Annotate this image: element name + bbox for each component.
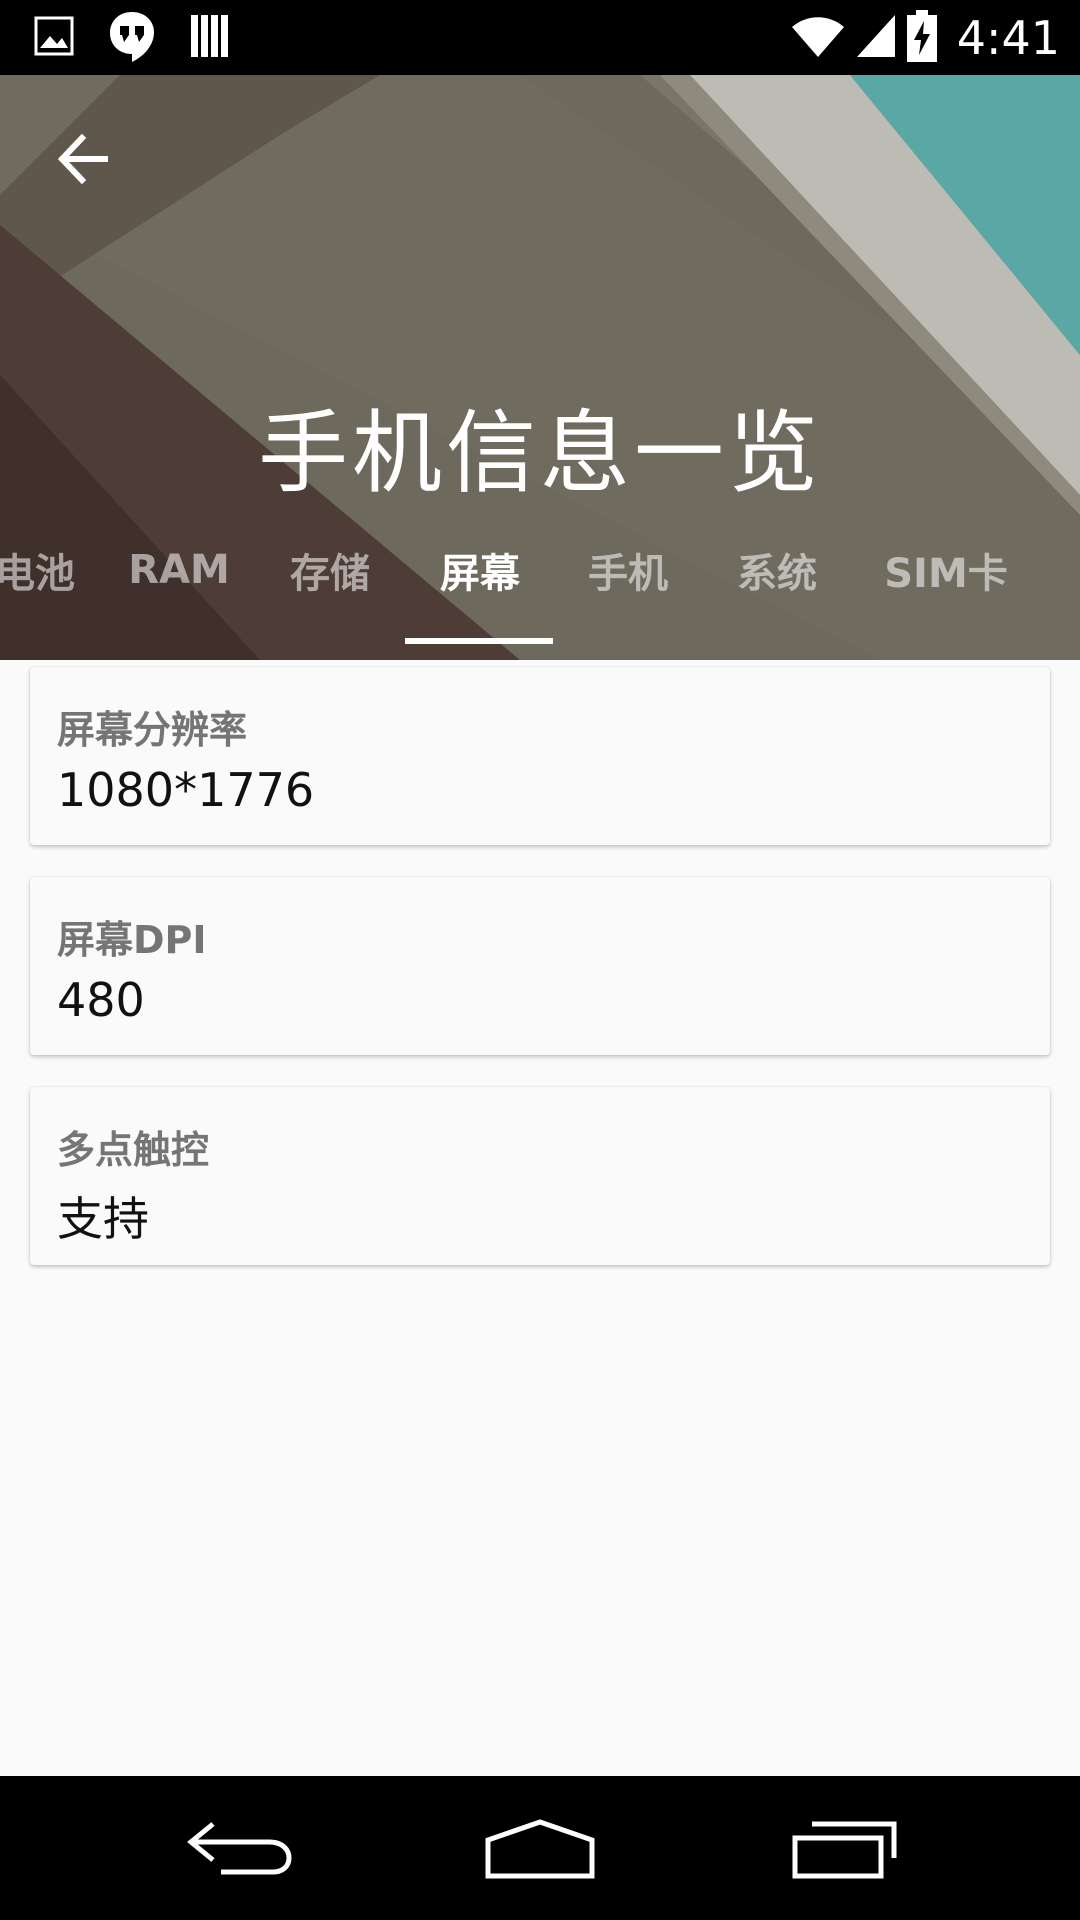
tab-screen[interactable]: 屏幕 <box>420 530 540 610</box>
battery-charging-icon <box>906 9 937 66</box>
tab-bar: 电池 RAM 存储 屏幕 手机 系统 SIM卡 <box>0 530 1080 610</box>
multitouch-card: 多点触控 支持 <box>30 1087 1050 1265</box>
nav-home-button[interactable] <box>470 1796 610 1900</box>
card-value: 支持 <box>57 1192 149 1246</box>
navigation-bar <box>0 1776 1080 1920</box>
active-tab-indicator <box>405 638 553 644</box>
status-time: 4:41 <box>956 10 1060 65</box>
card-label: 屏幕分辨率 <box>57 708 248 752</box>
card-label: 多点触控 <box>57 1128 210 1172</box>
tab-ram[interactable]: RAM <box>120 530 238 610</box>
card-value: 1080*1776 <box>57 763 315 817</box>
wifi-icon <box>791 13 845 63</box>
cell-signal-icon <box>855 13 897 63</box>
nav-back-button[interactable] <box>170 1796 310 1900</box>
tab-phone[interactable]: 手机 <box>568 530 688 610</box>
home-icon <box>485 1819 595 1879</box>
dpi-card: 屏幕DPI 480 <box>30 877 1050 1055</box>
books-icon <box>190 13 230 63</box>
image-icon <box>34 16 74 60</box>
header: 手机信息一览 电池 RAM 存储 屏幕 手机 系统 SIM卡 <box>0 75 1080 660</box>
hangouts-icon <box>108 10 156 66</box>
nav-recents-button[interactable] <box>775 1796 915 1900</box>
back-button[interactable] <box>52 127 116 191</box>
recents-icon <box>792 1821 897 1879</box>
status-bar: 4:41 <box>0 0 1080 75</box>
back-icon <box>187 1822 292 1875</box>
tab-sim-card[interactable]: SIM卡 <box>872 530 1020 610</box>
resolution-card: 屏幕分辨率 1080*1776 <box>30 667 1050 845</box>
tab-storage[interactable]: 存储 <box>270 530 390 610</box>
card-label: 屏幕DPI <box>57 918 207 962</box>
card-value: 480 <box>57 973 145 1027</box>
arrow-back-icon <box>57 134 108 184</box>
tab-battery[interactable]: 电池 <box>0 530 80 610</box>
tab-system[interactable]: 系统 <box>717 530 837 610</box>
page-title: 手机信息一览 <box>258 401 822 506</box>
